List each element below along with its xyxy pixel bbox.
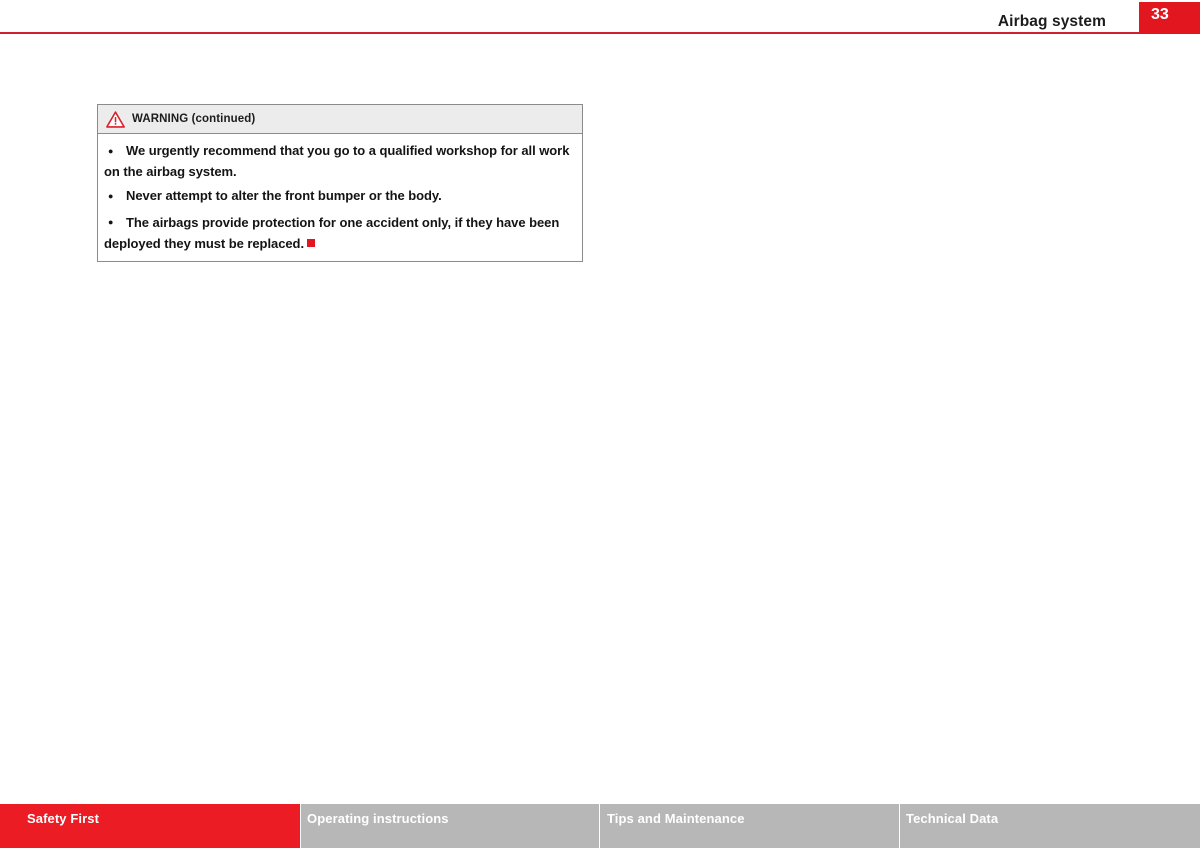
warning-list-item: Never attempt to alter the front bumper … [104, 186, 575, 207]
bullet-icon [104, 141, 126, 162]
warning-box-body: We urgently recommend that you go to a q… [98, 134, 582, 261]
page-title: Airbag system [997, 13, 1106, 30]
warning-box-title: WARNING (continued) [132, 113, 256, 125]
footer-tab-bar: Safety First Operating instructions Tips… [0, 804, 1200, 848]
warning-item-text: Never attempt to alter the front bumper … [126, 188, 442, 204]
page-number: 33 [1151, 6, 1169, 23]
warning-item-text: The airbags provide protection for one a… [104, 214, 560, 251]
bullet-icon [104, 213, 126, 234]
warning-list-item: We urgently recommend that you go to a q… [104, 141, 575, 181]
footer-tab-technical-data[interactable]: Technical Data [900, 804, 1200, 848]
footer-tab-label: Safety First [27, 811, 100, 826]
warning-triangle-icon [106, 110, 125, 128]
warning-callout-box: WARNING (continued) We urgently recommen… [97, 104, 583, 263]
bullet-icon [104, 186, 126, 207]
section-end-marker-icon [307, 238, 316, 247]
footer-tab-safety-first[interactable]: Safety First [0, 804, 300, 848]
header-divider-rule [0, 32, 1139, 34]
warning-item-text: We urgently recommend that you go to a q… [104, 143, 570, 180]
warning-box-header: WARNING (continued) [98, 105, 582, 134]
footer-tab-label: Technical Data [906, 811, 999, 826]
page-header: Airbag system 33 [0, 0, 1200, 40]
page-content-area: WARNING (continued) We urgently recommen… [0, 40, 1200, 804]
footer-tab-tips-and-maintenance[interactable]: Tips and Maintenance [600, 804, 899, 848]
warning-list-item: The airbags provide protection for one a… [104, 213, 575, 253]
page-number-block: 33 [1139, 2, 1200, 34]
footer-tab-label: Tips and Maintenance [607, 811, 745, 826]
footer-tab-label: Operating instructions [307, 811, 449, 826]
footer-tab-operating-instructions[interactable]: Operating instructions [301, 804, 599, 848]
